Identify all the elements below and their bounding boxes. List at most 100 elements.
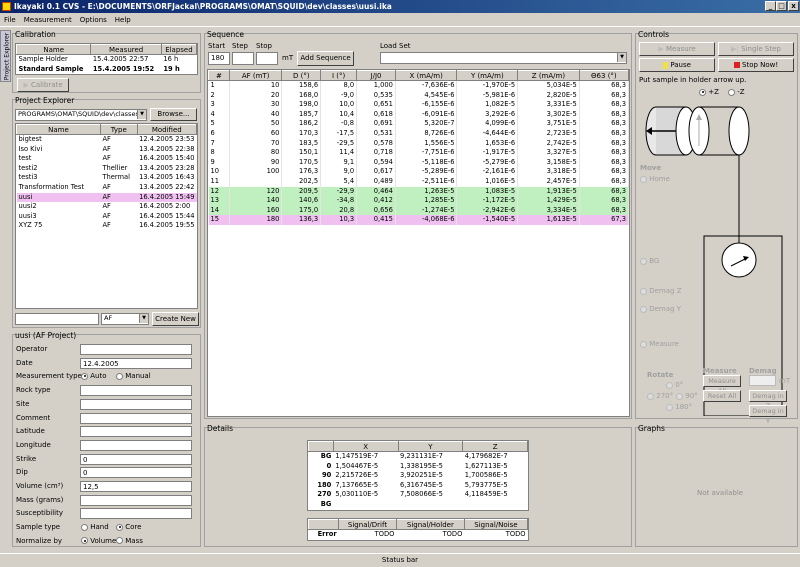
demag-y-radio[interactable]: Demag Y <box>640 305 681 313</box>
table-row[interactable]: Sample Holder 15.4.2005 22:57 16 h <box>17 55 197 65</box>
col-type[interactable]: Type <box>99 124 138 135</box>
table-row[interactable]: 1 10 158,6 8,0 1,000 -7,636E-6 -1,970E-5 5,034E… <box>208 80 630 91</box>
table-row[interactable]: 14 160 175,0 20,8 0,656 -1,274E-5 -2,942E-6 3,3… <box>208 205 630 216</box>
menu-options[interactable]: Options <box>76 13 111 27</box>
list-item[interactable]: bigtest AF 12.4.2005 23:53 <box>17 135 197 145</box>
field-input[interactable]: 12.4.2005 <box>80 357 192 369</box>
demag-in-y-button[interactable]: Demag in Y <box>749 405 787 425</box>
norm-radio-0[interactable]: Volume <box>81 537 116 545</box>
table-row[interactable]: 5 50 186,2 -0,8 0,691 5,320E-7 4,099E-6 3,751E-… <box>208 119 630 129</box>
mtype-radio-1[interactable]: Manual <box>116 372 151 380</box>
list-item[interactable]: Iso Kivi AF 13.4.2005 22:38 <box>17 145 197 155</box>
stype-radio-1[interactable]: Core <box>116 523 141 531</box>
table-row[interactable]: 13 140 140,6 -34,8 0,412 1,285E-5 -1,172E-5 1,4… <box>208 196 630 206</box>
calibrate-button[interactable]: ▶ Calibrate <box>17 78 69 92</box>
field-input[interactable]: 0 <box>80 453 192 465</box>
maximize-button[interactable]: □ <box>776 1 787 11</box>
table-row[interactable]: 3 30 198,0 10,0 0,651 -6,155E-6 1,082E-5 3,331E… <box>208 100 630 110</box>
minimize-button[interactable]: _ <box>765 1 776 11</box>
list-item[interactable]: Transformation Test AF 13.4.2005 22:42 <box>17 183 197 193</box>
measure-position-radio[interactable]: Measure <box>640 340 679 348</box>
measure-all-button[interactable]: Measure All <box>703 375 741 395</box>
field-input[interactable] <box>80 385 192 397</box>
rotate-180-radio[interactable]: 180° <box>666 403 692 411</box>
list-item[interactable]: uusi3 AF 16.4.2005 15:44 <box>17 212 197 222</box>
table-row[interactable]: 15 180 136,3 10,3 0,415 -4,068E-6 -1,540E-5 1,6… <box>208 215 630 225</box>
field-input[interactable] <box>80 412 192 424</box>
demag-z-radio[interactable]: Demag Z <box>640 287 682 295</box>
browse-button[interactable]: Browse... <box>150 108 197 121</box>
field-input[interactable] <box>80 398 192 410</box>
col-name[interactable]: Name <box>15 44 92 55</box>
norm-radio-1[interactable]: Mass <box>116 537 143 545</box>
stype-radio-0[interactable]: Hand <box>81 523 109 531</box>
column-header[interactable]: J/J0 <box>356 70 396 81</box>
demag-in-z-button[interactable]: Demag in Z <box>749 390 787 410</box>
table-row[interactable]: 8 80 150,1 11,4 0,718 -7,751E-6 -1,917E-5 3,327… <box>208 148 630 158</box>
list-item[interactable]: testi3 Thermal 13.4.2005 16:43 <box>17 173 197 183</box>
field-input[interactable] <box>80 494 192 506</box>
window-title: Ikayaki 0.1 CVS - E:\DOCUMENTS\ORFJackal… <box>14 2 392 11</box>
column-header[interactable]: # <box>208 70 230 81</box>
column-header[interactable]: Z (mA/m) <box>517 70 580 81</box>
table-row[interactable]: 2 20 168,0 -9,0 0,535 4,545E-6 -5,981E-6 2,820E… <box>208 90 630 101</box>
reset-all-button[interactable]: Reset All <box>703 390 741 402</box>
list-item[interactable]: testi2 Thellier 13.4.2005 23:28 <box>17 164 197 174</box>
column-header[interactable]: Θ63 (°) <box>578 70 630 81</box>
mtype-radio-0[interactable]: Auto <box>81 372 107 380</box>
demag-amplitude-input[interactable] <box>749 375 776 386</box>
create-new-button[interactable]: Create New <box>152 312 199 326</box>
column-header[interactable]: D (°) <box>281 70 322 81</box>
field-input[interactable] <box>80 508 192 520</box>
rotate-0-radio[interactable]: 0° <box>666 381 683 389</box>
directory-combo[interactable]: PROGRAMS\OMAT\SQUID\dev\classes ▼ <box>15 109 147 121</box>
field-input[interactable] <box>80 439 192 451</box>
stop-input[interactable] <box>256 52 278 65</box>
pause-button[interactable]: Pause <box>639 58 715 72</box>
column-header[interactable]: Y (mA/m) <box>456 70 519 81</box>
table-row[interactable]: 7 70 183,5 -29,5 0,578 1,556E-5 1,653E-6 2,742E… <box>208 138 630 149</box>
field-input[interactable]: 12,5 <box>80 481 192 492</box>
column-header[interactable]: I (°) <box>320 70 358 81</box>
step-input[interactable] <box>232 52 254 65</box>
plus-z-radio[interactable]: +Z <box>699 88 719 96</box>
home-radio[interactable]: Home <box>640 175 670 183</box>
table-row[interactable]: 6 60 170,3 -17,5 0,531 8,726E-6 -4,644E-6 2,723… <box>208 128 630 139</box>
menu-file[interactable]: File <box>0 13 20 27</box>
single-step-button[interactable]: ▶| Single Step <box>718 42 794 56</box>
field-input[interactable]: 0 <box>80 467 192 479</box>
column-header[interactable]: AF (mT) <box>228 70 283 81</box>
bg-radio[interactable]: BG <box>640 257 659 265</box>
list-item[interactable]: XYZ 75 AF 16.4.2005 19:55 <box>17 221 197 231</box>
menu-help[interactable]: Help <box>111 13 135 27</box>
table-row[interactable]: 4 40 185,7 10,4 0,618 -6,091E-6 3,292E-6 3,302E… <box>208 109 630 120</box>
menu-measurement[interactable]: Measurement <box>20 13 76 27</box>
start-input[interactable]: 180 <box>208 52 230 65</box>
project-explorer-side-tab[interactable]: Project Explorer <box>0 30 11 82</box>
close-button[interactable]: x <box>788 1 799 11</box>
column-header[interactable]: X (mA/m) <box>394 70 458 81</box>
project-type-combo[interactable]: AF ▼ <box>101 313 149 325</box>
table-row[interactable]: 9 90 170,5 9,1 0,594 -5,118E-6 -5,279E-6 3,158E… <box>208 157 630 168</box>
col-measured[interactable]: Measured <box>90 44 162 55</box>
list-item[interactable]: uusi AF 16.4.2005 15:49 <box>16 192 197 203</box>
table-row[interactable]: 12 120 209,5 -29,9 0,464 1,263E-5 1,083E-5 1,91… <box>208 186 630 197</box>
rotate-90-radio[interactable]: 90° <box>676 392 698 400</box>
add-sequence-button[interactable]: Add Sequence <box>297 51 354 66</box>
table-row[interactable]: 11 202,5 5,4 0,489 -2,511E-6 1,016E-5 2,457E-5… <box>208 176 630 187</box>
new-project-name-input[interactable] <box>15 313 99 325</box>
measure-button[interactable]: ▶ Measure <box>639 42 715 56</box>
list-item[interactable]: test AF 16.4.2005 15:40 <box>17 154 197 164</box>
field-input[interactable] <box>80 426 192 438</box>
col-name[interactable]: Name <box>16 124 101 135</box>
rotate-270-radio[interactable]: 270° <box>647 392 673 400</box>
field-input[interactable] <box>80 344 192 355</box>
load-set-combo[interactable]: ▼ <box>380 52 627 64</box>
stop-now-button[interactable]: Stop Now! <box>718 58 794 72</box>
col-elapsed[interactable]: Elapsed <box>160 44 198 55</box>
table-row[interactable]: 10 100 176,3 9,0 0,617 -5,289E-6 -2,161E-6 3,31… <box>208 167 630 177</box>
list-item[interactable]: uusi2 AF 16.4.2005 2:00 <box>17 202 197 212</box>
col-modified[interactable]: Modified <box>136 124 198 135</box>
minus-z-radio[interactable]: -Z <box>728 88 745 96</box>
table-row[interactable]: Standard Sample 15.4.2005 19:52 19 h <box>17 65 197 75</box>
